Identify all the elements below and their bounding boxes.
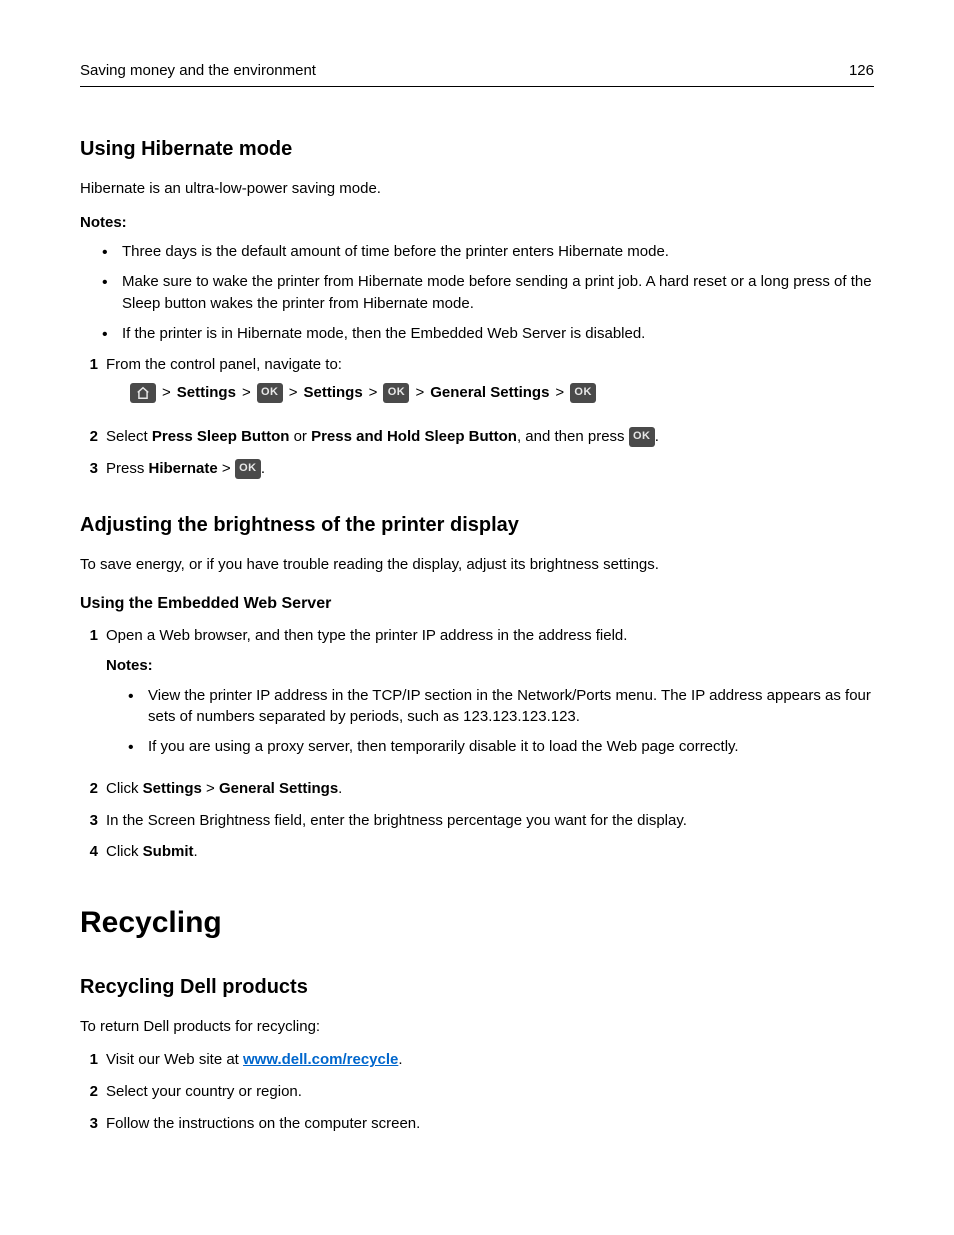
recycling-intro: To return Dell products for recycling: [80, 1016, 874, 1038]
hibernate-intro: Hibernate is an ultra-low-power saving m… [80, 178, 874, 200]
chevron-icon: > [289, 382, 298, 404]
brightness-notes-list: View the printer IP address in the TCP/I… [106, 685, 874, 758]
period: . [261, 460, 265, 477]
page-header: Saving money and the environment 126 [80, 60, 874, 87]
chevron-icon: > [369, 382, 378, 404]
step-number: 3 [80, 1113, 98, 1135]
step-text-part: > [202, 780, 219, 797]
step-text-part: > [218, 460, 235, 477]
step-item: 1 Visit our Web site at www.dell.com/rec… [80, 1049, 874, 1071]
step-text-part: Visit our Web site at [106, 1051, 243, 1068]
period: . [655, 428, 659, 445]
ok-icon: OK [383, 383, 409, 403]
step-number: 3 [80, 810, 98, 832]
step-text-part: , and then press [517, 428, 629, 445]
nav-settings: Settings [303, 382, 362, 404]
step-text-part: or [289, 428, 311, 445]
ok-icon: OK [235, 459, 261, 479]
step-text-part: . [338, 780, 342, 797]
step-item: 1 Open a Web browser, and then type the … [80, 625, 874, 768]
step-text-part: Press [106, 460, 149, 477]
step-item: 2 Select Press Sleep Button or Press and… [80, 426, 874, 448]
step-number: 1 [80, 354, 98, 376]
step-item: 1 From the control panel, navigate to: >… [80, 354, 874, 416]
nav-settings: Settings [177, 382, 236, 404]
step-text-part: Click [106, 780, 143, 797]
hibernate-steps: 1 From the control panel, navigate to: >… [80, 354, 874, 479]
heading-hibernate: Using Hibernate mode [80, 135, 874, 164]
ok-icon: OK [257, 383, 283, 403]
step-number: 3 [80, 458, 98, 480]
ok-icon: OK [570, 383, 596, 403]
note-item: Make sure to wake the printer from Hiber… [108, 271, 874, 315]
step-item: 3 Press Hibernate > OK . [80, 458, 874, 480]
step-number: 2 [80, 1081, 98, 1103]
hibernate-notes-list: Three days is the default amount of time… [80, 241, 874, 344]
notes-label: Notes: [80, 212, 874, 234]
step-text: Follow the instructions on the computer … [106, 1115, 420, 1132]
step-number: 2 [80, 778, 98, 800]
step-number: 4 [80, 841, 98, 863]
chevron-icon: > [415, 382, 424, 404]
step-text-part: . [398, 1051, 402, 1068]
step-item: 2 Select your country or region. [80, 1081, 874, 1103]
chevron-icon: > [242, 382, 251, 404]
step-bold: Press and Hold Sleep Button [311, 428, 517, 445]
page-number: 126 [849, 60, 874, 82]
chapter-title: Saving money and the environment [80, 60, 316, 82]
home-icon [130, 383, 156, 403]
step-number: 1 [80, 625, 98, 647]
nav-general-settings: General Settings [430, 382, 549, 404]
brightness-steps: 1 Open a Web browser, and then type the … [80, 625, 874, 863]
chevron-icon: > [555, 382, 564, 404]
step-bold: Press Sleep Button [152, 428, 290, 445]
step-item: 4 Click Submit. [80, 841, 874, 863]
step-item: 3 Follow the instructions on the compute… [80, 1113, 874, 1135]
step-item: 2 Click Settings > General Settings. [80, 778, 874, 800]
note-item: Three days is the default amount of time… [108, 241, 874, 263]
heading-brightness: Adjusting the brightness of the printer … [80, 511, 874, 540]
note-item: View the printer IP address in the TCP/I… [134, 685, 874, 729]
step-text-part: . [194, 843, 198, 860]
step-text-part: Click [106, 843, 143, 860]
step-text: In the Screen Brightness field, enter th… [106, 812, 687, 829]
step-bold: Hibernate [149, 460, 218, 477]
chevron-icon: > [162, 382, 171, 404]
step-text-part: Select [106, 428, 152, 445]
brightness-intro: To save energy, or if you have trouble r… [80, 554, 874, 576]
step-number: 2 [80, 426, 98, 448]
recycling-steps: 1 Visit our Web site at www.dell.com/rec… [80, 1049, 874, 1134]
step-text: From the control panel, navigate to: [106, 356, 342, 373]
recycle-link[interactable]: www.dell.com/recycle [243, 1051, 398, 1068]
step-text: Open a Web browser, and then type the pr… [106, 627, 627, 644]
step-text: Select your country or region. [106, 1083, 302, 1100]
heading-recycling: Recycling [80, 901, 874, 945]
navigation-path: > Settings > OK > Settings > OK > Genera… [130, 382, 874, 404]
step-bold: Submit [143, 843, 194, 860]
note-item: If the printer is in Hibernate mode, the… [108, 323, 874, 345]
note-item: If you are using a proxy server, then te… [134, 736, 874, 758]
notes-label: Notes: [106, 655, 874, 677]
step-item: 3 In the Screen Brightness field, enter … [80, 810, 874, 832]
subheading-ews: Using the Embedded Web Server [80, 592, 874, 615]
heading-recycling-dell: Recycling Dell products [80, 973, 874, 1002]
step-bold: Settings [143, 780, 202, 797]
step-bold: General Settings [219, 780, 338, 797]
ok-icon: OK [629, 427, 655, 447]
step-number: 1 [80, 1049, 98, 1071]
